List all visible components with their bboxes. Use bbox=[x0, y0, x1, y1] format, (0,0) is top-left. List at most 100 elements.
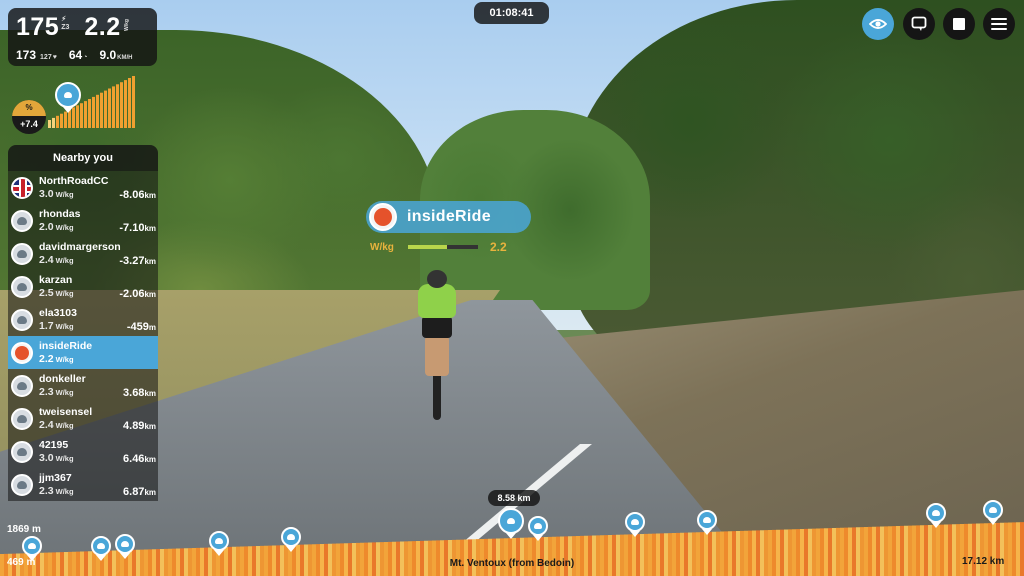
rider-name: jjm367 bbox=[39, 471, 72, 484]
my-position-pin bbox=[498, 508, 524, 539]
elevation-strip-bar bbox=[612, 534, 616, 576]
elevation-strip-bar bbox=[788, 529, 792, 576]
elevation-strip-bar bbox=[540, 537, 544, 576]
elevation-strip-bar bbox=[312, 544, 316, 576]
avatar-icon bbox=[11, 374, 33, 397]
elevation-strip-bar bbox=[776, 529, 780, 576]
mini-profile-bar bbox=[52, 117, 55, 128]
elevation-strip-bar bbox=[72, 551, 76, 576]
rider-wkg-unit: W/kg bbox=[55, 387, 74, 397]
menu-button[interactable] bbox=[983, 8, 1015, 40]
rider-wkg-unit: W/kg bbox=[55, 420, 74, 430]
mini-profile-bar bbox=[80, 103, 83, 128]
elevation-strip-bar bbox=[836, 527, 840, 576]
avatar-icon bbox=[28, 543, 36, 549]
rider-wkg: 2.3 bbox=[39, 385, 54, 398]
nearby-rider-row[interactable]: jjm367 2.3 W/kg 6.87km bbox=[8, 468, 158, 501]
rider-wkg: 2.2 bbox=[39, 352, 54, 365]
elevation-strip-bar bbox=[968, 523, 972, 576]
elevation-strip-bar bbox=[608, 535, 612, 576]
nearby-rider-row[interactable]: davidmargerson 2.4 W/kg -3.27km bbox=[8, 237, 158, 270]
elevation-strip-bar bbox=[536, 537, 540, 576]
nearby-rider-row[interactable]: karzan 2.5 W/kg -2.06km bbox=[8, 270, 158, 303]
elevation-strip-bar bbox=[604, 535, 608, 576]
elevation-strip-bar bbox=[676, 532, 680, 576]
nearby-rider-row[interactable]: tweisensel 2.4 W/kg 4.89km bbox=[8, 402, 158, 435]
rider-pin[interactable] bbox=[625, 512, 647, 538]
elevation-strip-bar bbox=[980, 523, 984, 576]
mini-profile-bar bbox=[64, 111, 67, 128]
elevation-strip-bar bbox=[940, 524, 944, 576]
elevation-strip-bar bbox=[52, 552, 56, 576]
rider-pin[interactable] bbox=[983, 500, 1005, 526]
elevation-strip-bar bbox=[548, 536, 552, 576]
nearby-rider-row[interactable]: 42195 3.0 W/kg 6.46km bbox=[8, 435, 158, 468]
elevation-strip-bar bbox=[744, 530, 748, 576]
elevation-strip-bar bbox=[360, 542, 364, 576]
rider-distance-unit: km bbox=[144, 389, 156, 398]
eye-icon bbox=[869, 19, 887, 29]
rider-wkg: 2.0 bbox=[39, 220, 54, 233]
avatar-icon bbox=[11, 242, 33, 265]
elevation-strip-bar bbox=[656, 533, 660, 576]
rider-pin[interactable] bbox=[22, 536, 44, 562]
elevation-strip-bar bbox=[340, 543, 344, 576]
elevation-strip-bar bbox=[756, 530, 760, 576]
chat-button[interactable] bbox=[903, 8, 935, 40]
rider-distance-unit: km bbox=[144, 290, 156, 299]
avatar-icon bbox=[11, 440, 33, 463]
elevation-strip-bar bbox=[376, 542, 380, 576]
rider-pin[interactable] bbox=[91, 536, 113, 562]
elevation-strip-bar bbox=[572, 536, 576, 576]
bubble-wkg-value: 2.2 bbox=[490, 240, 507, 254]
elevation-strip-bar bbox=[704, 532, 708, 576]
elevation-strip-bar bbox=[896, 526, 900, 576]
elevation-strip-bar bbox=[520, 537, 524, 576]
nearby-rider-row[interactable]: rhondas 2.0 W/kg -7.10km bbox=[8, 204, 158, 237]
elevation-strip-bar bbox=[648, 533, 652, 576]
view-toggle-button[interactable] bbox=[862, 8, 894, 40]
elevation-strip-bar bbox=[720, 531, 724, 576]
rider-pin[interactable] bbox=[697, 510, 719, 536]
mini-profile-bar bbox=[56, 115, 59, 128]
mini-profile-bar bbox=[96, 94, 99, 128]
elevation-strip-bar bbox=[260, 545, 264, 576]
elevation-strip-bar bbox=[984, 523, 988, 576]
mini-profile-bar bbox=[112, 86, 115, 128]
rider-pin[interactable] bbox=[528, 516, 550, 542]
elevation-strip-bar bbox=[920, 525, 924, 576]
elevation-strip-bar bbox=[560, 536, 564, 576]
flag-gb-icon bbox=[11, 176, 33, 199]
nearby-rider-row[interactable]: ela3103 1.7 W/kg -459m bbox=[8, 303, 158, 336]
elevation-strip-bar bbox=[764, 530, 768, 576]
avatar-icon bbox=[97, 543, 105, 549]
nearby-rider-row[interactable]: donkeller 2.3 W/kg 3.68km bbox=[8, 369, 158, 402]
elevation-strip-bar bbox=[928, 525, 932, 576]
elevation-strip-bar bbox=[140, 549, 144, 576]
elevation-strip-bar bbox=[808, 528, 812, 576]
cadence-value: 64 bbox=[68, 48, 83, 62]
elevation-strip-bar bbox=[1016, 522, 1020, 576]
elevation-strip-bar bbox=[912, 525, 916, 576]
rider-pin[interactable] bbox=[281, 527, 303, 553]
elevation-strip-bar bbox=[664, 533, 668, 576]
elevation-strip-bar bbox=[232, 546, 236, 576]
rider-name: karzan bbox=[39, 273, 73, 286]
stop-button[interactable] bbox=[943, 8, 975, 40]
elevation-strip-bar bbox=[392, 541, 396, 576]
rider-pin[interactable] bbox=[115, 534, 137, 560]
rider-pin[interactable] bbox=[926, 503, 948, 529]
rider-wkg-unit: W/kg bbox=[55, 486, 74, 496]
nearby-rider-row[interactable]: insideRide 2.2 W/kg bbox=[8, 336, 158, 369]
rider-pin[interactable] bbox=[209, 531, 231, 557]
elevation-strip-bar bbox=[680, 532, 684, 576]
elevation-strip-bar bbox=[184, 548, 188, 576]
avatar-icon bbox=[215, 538, 223, 544]
rider-wkg: 3.0 bbox=[39, 451, 54, 464]
rider-name: davidmargerson bbox=[39, 240, 121, 253]
nearby-rider-row[interactable]: NorthRoadCC 3.0 W/kg -8.06km bbox=[8, 171, 158, 204]
elevation-strip-bar bbox=[396, 541, 400, 576]
elevation-strip-bar bbox=[160, 549, 164, 576]
elevation-strip-bar bbox=[400, 541, 404, 576]
elevation-strip-bar bbox=[192, 548, 196, 576]
